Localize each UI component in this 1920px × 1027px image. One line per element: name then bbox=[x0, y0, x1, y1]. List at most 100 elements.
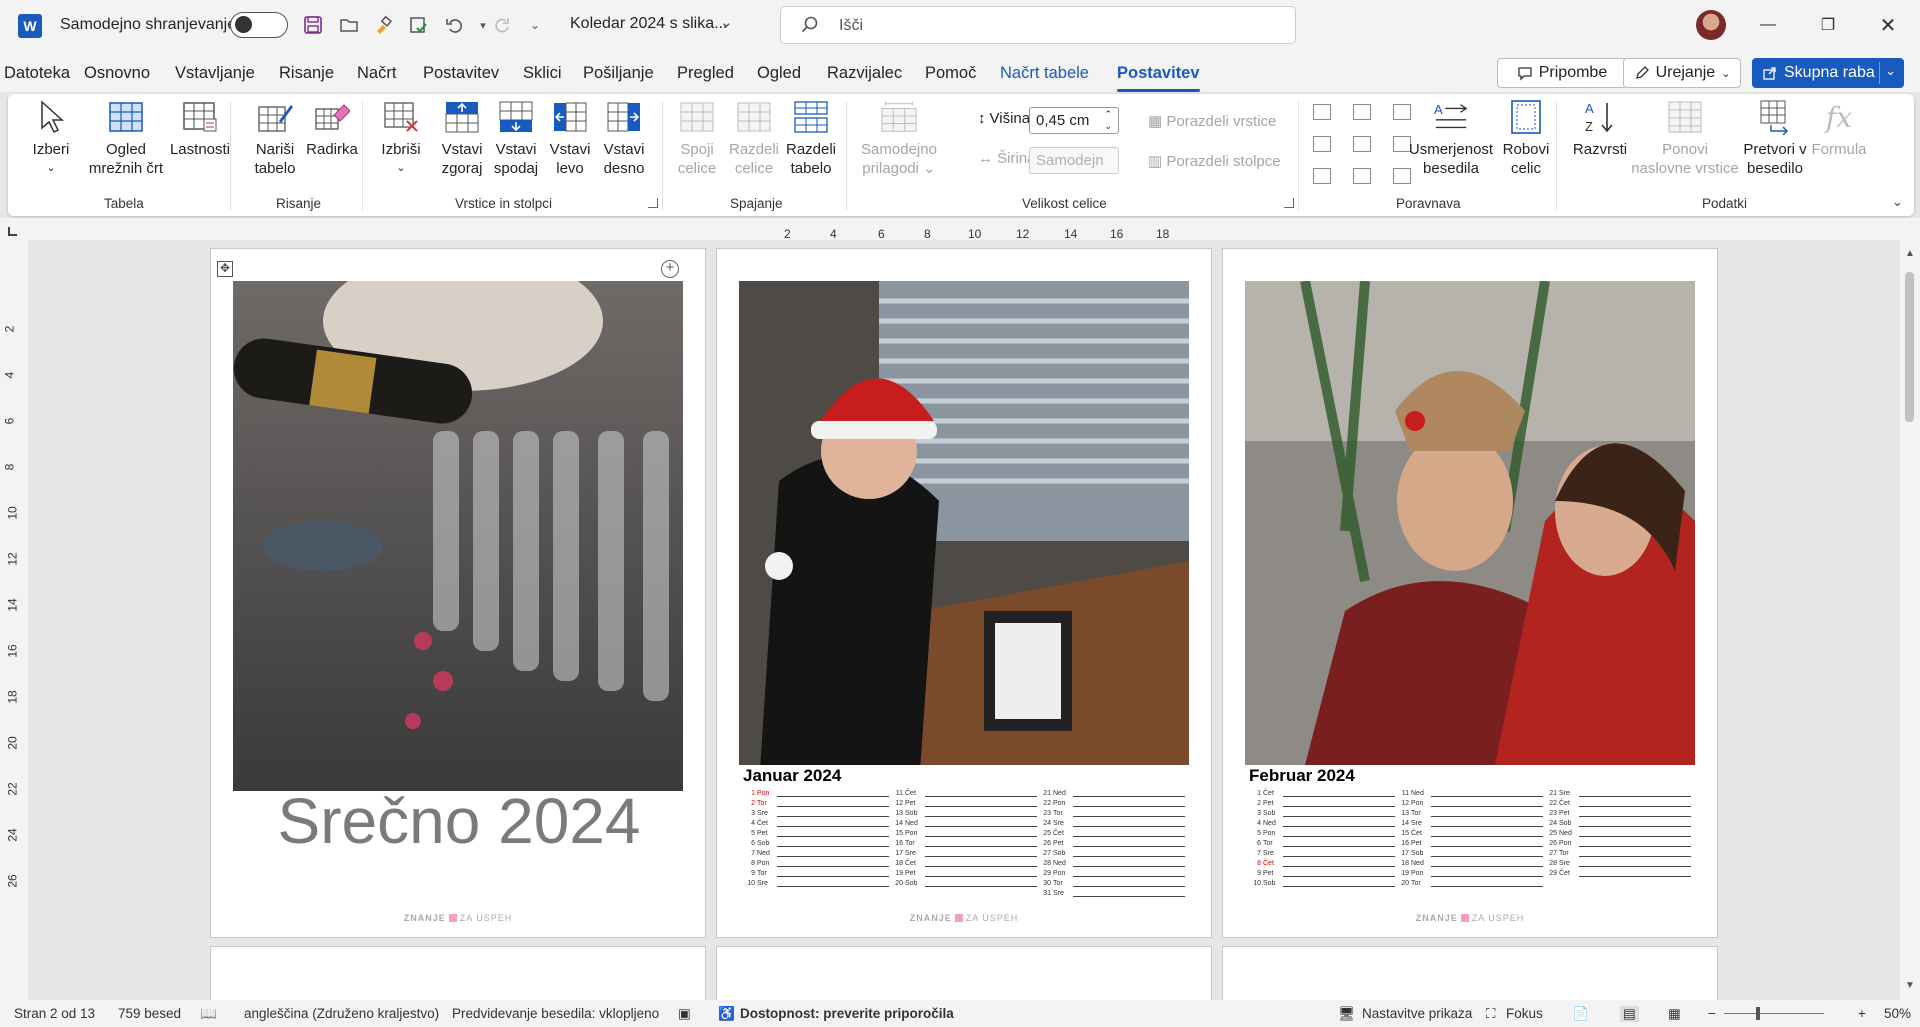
note-line[interactable] bbox=[1283, 849, 1395, 857]
zoom-out-icon[interactable]: − bbox=[1708, 1006, 1716, 1021]
autofit-button[interactable]: Samodejno prilagodi ⌄ bbox=[856, 98, 942, 178]
note-line[interactable] bbox=[1579, 819, 1691, 827]
align-top-left-icon[interactable] bbox=[1313, 104, 1331, 120]
tab-home[interactable]: Osnovno bbox=[84, 64, 150, 83]
table-move-handle-icon[interactable]: ✥ bbox=[217, 261, 233, 277]
draw-table-button[interactable]: Nariši tabelo bbox=[246, 98, 304, 178]
repeat-header-rows-button[interactable]: Ponovi naslovne vrstice bbox=[1626, 98, 1744, 178]
add-row-icon[interactable]: + bbox=[661, 260, 679, 278]
display-settings[interactable]: Nastavitve prikaza bbox=[1362, 1006, 1472, 1021]
note-line[interactable] bbox=[1431, 879, 1543, 887]
note-line[interactable] bbox=[1073, 889, 1185, 897]
editing-mode-button[interactable]: Urejanje ⌄ bbox=[1623, 58, 1741, 88]
note-line[interactable] bbox=[925, 839, 1037, 847]
focus-mode[interactable]: Fokus bbox=[1506, 1006, 1543, 1021]
web-layout-icon[interactable]: ▦ bbox=[1668, 1006, 1681, 1022]
delete-button[interactable]: Izbriši ⌄ bbox=[376, 98, 426, 178]
save-icon[interactable] bbox=[300, 12, 326, 38]
note-line[interactable] bbox=[777, 869, 889, 877]
note-line[interactable] bbox=[1283, 819, 1395, 827]
insert-right-button[interactable]: Vstavi desno bbox=[598, 98, 650, 178]
note-line[interactable] bbox=[777, 809, 889, 817]
note-line[interactable] bbox=[1283, 829, 1395, 837]
undo-icon[interactable] bbox=[441, 12, 467, 38]
redo-icon[interactable] bbox=[488, 12, 514, 38]
autosave-toggle[interactable] bbox=[230, 12, 288, 38]
zoom-slider-thumb[interactable] bbox=[1756, 1007, 1760, 1020]
distribute-rows-button[interactable]: ▦ Porazdeli vrstice bbox=[1148, 112, 1276, 130]
note-line[interactable] bbox=[777, 879, 889, 887]
restore-icon[interactable]: ❐ bbox=[1806, 10, 1850, 40]
width-input[interactable]: Samodejn bbox=[1029, 147, 1119, 174]
insert-below-button[interactable]: Vstavi spodaj bbox=[490, 98, 542, 178]
check-document-icon[interactable] bbox=[405, 12, 431, 38]
share-button[interactable]: Skupna raba ⌄ bbox=[1752, 58, 1904, 88]
tab-developer[interactable]: Razvijalec bbox=[827, 64, 902, 83]
scrollbar-thumb[interactable] bbox=[1905, 272, 1914, 422]
tab-table-layout[interactable]: Postavitev bbox=[1117, 64, 1200, 92]
focus-icon[interactable]: ⛶ bbox=[1486, 1006, 1495, 1022]
cell-size-launcher-icon[interactable] bbox=[1284, 198, 1294, 208]
note-line[interactable] bbox=[1283, 859, 1395, 867]
horizontal-ruler[interactable]: 2 4 6 8 10 12 14 16 18 bbox=[0, 218, 1920, 241]
tab-file[interactable]: Datoteka bbox=[4, 64, 70, 83]
note-line[interactable] bbox=[925, 819, 1037, 827]
zoom-slider[interactable] bbox=[1724, 1013, 1824, 1014]
split-table-button[interactable]: Razdeli tabelo bbox=[782, 98, 840, 178]
tab-help[interactable]: Pomoč bbox=[925, 64, 976, 83]
note-line[interactable] bbox=[1431, 859, 1543, 867]
note-line[interactable] bbox=[1431, 869, 1543, 877]
note-line[interactable] bbox=[1579, 789, 1691, 797]
language-status[interactable]: angleščina (Združeno kraljestvo) bbox=[244, 1006, 439, 1021]
note-line[interactable] bbox=[777, 859, 889, 867]
cell-margins-button[interactable]: Robovi celic bbox=[1496, 98, 1556, 178]
avatar[interactable] bbox=[1696, 10, 1726, 40]
zoom-level[interactable]: 50% bbox=[1884, 1006, 1911, 1021]
page-cover[interactable]: ✥ + Srečno 2024 ZNANJE ZA USPEH bbox=[210, 248, 706, 938]
note-line[interactable] bbox=[1431, 839, 1543, 847]
insert-above-button[interactable]: Vstavi zgoraj bbox=[436, 98, 488, 178]
align-bottom-left-icon[interactable] bbox=[1313, 168, 1331, 184]
note-line[interactable] bbox=[1073, 849, 1185, 857]
note-line[interactable] bbox=[777, 819, 889, 827]
note-line[interactable] bbox=[1073, 789, 1185, 797]
note-line[interactable] bbox=[1073, 799, 1185, 807]
note-line[interactable] bbox=[1431, 819, 1543, 827]
tab-review[interactable]: Pregled bbox=[677, 64, 734, 83]
note-line[interactable] bbox=[1431, 799, 1543, 807]
note-line[interactable] bbox=[1073, 859, 1185, 867]
align-bottom-center-icon[interactable] bbox=[1353, 168, 1371, 184]
accessibility-icon[interactable]: ♿ bbox=[718, 1006, 735, 1022]
split-cells-button[interactable]: Razdeli celice bbox=[726, 98, 782, 178]
note-line[interactable] bbox=[1431, 789, 1543, 797]
tab-design[interactable]: Načrt bbox=[357, 64, 396, 83]
note-line[interactable] bbox=[925, 789, 1037, 797]
note-line[interactable] bbox=[1579, 839, 1691, 847]
note-line[interactable] bbox=[925, 869, 1037, 877]
tab-mailings[interactable]: Pošiljanje bbox=[583, 64, 654, 83]
chevron-down-icon[interactable]: ⌄ bbox=[720, 13, 733, 31]
vertical-ruler[interactable]: 2 4 6 8 10 12 14 16 18 20 22 24 26 bbox=[0, 240, 28, 1000]
note-line[interactable] bbox=[1283, 869, 1395, 877]
note-line[interactable] bbox=[1283, 789, 1395, 797]
note-line[interactable] bbox=[925, 809, 1037, 817]
comments-button[interactable]: Pripombe bbox=[1497, 58, 1627, 88]
accessibility-status[interactable]: Dostopnost: preverite priporočila bbox=[740, 1006, 954, 1021]
height-input[interactable]: 0,45 cm ⌃ ⌄ bbox=[1029, 107, 1119, 134]
note-line[interactable] bbox=[1431, 849, 1543, 857]
note-line[interactable] bbox=[925, 799, 1037, 807]
page-march-partial[interactable] bbox=[210, 946, 706, 1000]
note-line[interactable] bbox=[1579, 799, 1691, 807]
note-line[interactable] bbox=[777, 799, 889, 807]
text-direction-button[interactable]: A Usmerjenost besedila bbox=[1406, 98, 1496, 178]
note-line[interactable] bbox=[1073, 869, 1185, 877]
note-line[interactable] bbox=[1579, 829, 1691, 837]
page-count[interactable]: Stran 2 od 13 bbox=[14, 1006, 95, 1021]
merge-cells-button[interactable]: Spoji celice bbox=[672, 98, 722, 178]
print-layout-icon[interactable]: ▤ bbox=[1620, 1006, 1639, 1022]
note-line[interactable] bbox=[1283, 839, 1395, 847]
rows-cols-launcher-icon[interactable] bbox=[648, 198, 658, 208]
note-line[interactable] bbox=[777, 839, 889, 847]
page-may-partial[interactable] bbox=[1222, 946, 1718, 1000]
sort-button[interactable]: AZ Razvrsti bbox=[1568, 98, 1632, 159]
